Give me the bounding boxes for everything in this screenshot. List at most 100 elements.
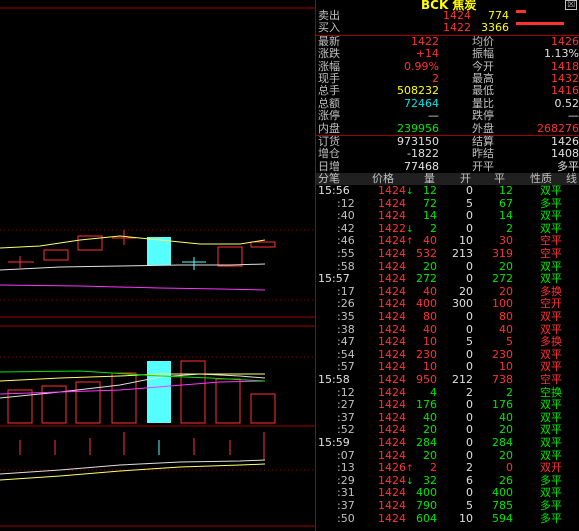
- tick-row[interactable]: :47 1424 10 5 5 多换: [316, 335, 579, 349]
- orderbook-price[interactable]: 1422: [443, 21, 471, 34]
- tick-price-value: 1424: [378, 347, 406, 361]
- tick-price-value: 1422: [378, 221, 406, 235]
- ma-line-magenta: [0, 284, 266, 291]
- stat-value: 268276: [537, 121, 579, 135]
- arrow-down-icon: ↓: [406, 187, 414, 198]
- tick-price-value: 1424: [378, 435, 406, 449]
- orderbook-volume-bar: [516, 22, 564, 26]
- tick-volume: 532: [416, 247, 437, 261]
- stat-row: 增仓 -1822 昨结 1408: [316, 147, 579, 161]
- stat-label: 增仓: [318, 147, 340, 161]
- tick-volume: 10: [423, 335, 437, 349]
- tick-volume: 272: [416, 272, 437, 286]
- tick-nature: 双平: [540, 272, 562, 286]
- stat-label: 总手: [318, 84, 340, 98]
- vol-ma-white: [0, 373, 266, 399]
- orderbook-volume: 3366: [481, 21, 509, 35]
- orderbook-volume-bar: [516, 10, 526, 13]
- stat-label: 涨跌: [318, 47, 340, 61]
- stat-value: —: [428, 109, 439, 123]
- tick-nature: 双平: [540, 435, 562, 449]
- tick-row[interactable]: 15:56 1424↓ 12 0 12 双平: [316, 184, 579, 198]
- tick-time: 15:58: [318, 372, 350, 386]
- tick-price-value: 1424: [378, 448, 406, 462]
- tick-nature: 多平: [540, 498, 562, 512]
- tick-price-value: 1424: [378, 473, 406, 487]
- tick-nature: 空平: [540, 247, 562, 261]
- stat-label: 最低: [472, 84, 494, 98]
- tick-nature: 双平: [540, 310, 562, 324]
- stat-value: 239956: [397, 121, 439, 135]
- arrow-up-icon: ↑: [406, 237, 414, 248]
- tick-price-value: 1424: [378, 284, 406, 298]
- tick-time: :35: [337, 310, 355, 324]
- tick-volume: 176: [416, 398, 437, 412]
- col-header-line[interactable]: 线: [566, 173, 577, 185]
- tick-nature: 多平: [540, 511, 562, 525]
- stat-value: —: [568, 109, 579, 123]
- stat-label: 开平: [472, 159, 494, 173]
- tick-close: 738: [492, 372, 513, 386]
- tick-row[interactable]: :37 1424 790 5 785 多平: [316, 498, 579, 513]
- stat-label: 内盘: [318, 121, 340, 135]
- tick-close: 80: [499, 310, 513, 324]
- tick-row[interactable]: 15:57 1424 272 0 272 双平: [316, 272, 579, 286]
- tick-row[interactable]: :13 1426↑ 2 2 0 双开: [316, 461, 579, 475]
- orderbook: 卖出 1424 774 买入 1422 3366: [316, 9, 579, 35]
- tick-close: 319: [492, 247, 513, 261]
- tick-row[interactable]: :35 1424 80 0 80 双平: [316, 310, 579, 324]
- tick-price-value: 1424: [378, 385, 406, 399]
- tick-price-value: 1424: [378, 196, 406, 210]
- tick-time: :13: [337, 461, 355, 475]
- kline-chart-area[interactable]: [0, 0, 315, 531]
- tick-open: 212: [452, 372, 473, 386]
- tick-nature: 双开: [540, 461, 562, 475]
- stat-value: 1416: [551, 84, 579, 98]
- stat-row: 总手 508232 最低 1416: [316, 84, 579, 98]
- tick-row[interactable]: :50 1424 604 10 594 多平: [316, 511, 579, 526]
- tick-open: 0: [466, 184, 473, 198]
- tick-row[interactable]: :40 1424 14 0 14 双平: [316, 209, 579, 223]
- tick-close: 5: [506, 335, 513, 349]
- tick-volume: 284: [416, 435, 437, 449]
- tick-row[interactable]: :55 1424 532 213 319 空平: [316, 247, 579, 261]
- tick-price-value: 1424: [378, 234, 406, 248]
- tick-row[interactable]: 15:58 1424 950 212 738 空平: [316, 372, 579, 387]
- tick-close: 594: [492, 511, 513, 525]
- tick-price-value: 1424: [378, 498, 406, 512]
- tick-time: :50: [337, 511, 355, 525]
- tick-table[interactable]: 15:56 1424↓ 12 0 12 双平:12 1424 72 5 67 多平:40 1424 14…: [316, 184, 579, 526]
- tick-price-value: 1424: [378, 310, 406, 324]
- tick-open: 0: [466, 209, 473, 223]
- tick-volume: 604: [416, 511, 437, 525]
- tick-price-value: 1424: [378, 259, 406, 273]
- tick-volume: 80: [423, 310, 437, 324]
- tick-time: 15:57: [318, 272, 350, 286]
- tick-row[interactable]: 15:59 1424 284 0 284 双平: [316, 435, 579, 450]
- tick-time: 15:56: [318, 184, 350, 198]
- stat-label: 涨停: [318, 109, 340, 123]
- tick-price-value: 1424: [378, 372, 406, 386]
- tick-open: 0: [466, 310, 473, 324]
- close-icon[interactable]: ☒: [565, 0, 577, 10]
- indicator-line-yellow: [0, 463, 266, 481]
- tick-close: 785: [492, 498, 513, 512]
- tick-close: 14: [499, 209, 513, 223]
- stat-value: 1.13%: [544, 47, 579, 61]
- tick-volume: 950: [416, 372, 437, 386]
- arrow-up-icon: ↑: [406, 464, 414, 475]
- tick-price-value: 1424: [378, 209, 406, 223]
- stat-label: 跌停: [472, 109, 494, 123]
- ma-line-white: [0, 263, 266, 271]
- tick-time: :47: [337, 335, 355, 349]
- tick-close: 12: [499, 184, 513, 198]
- stat-label: 昨结: [472, 147, 494, 161]
- tick-time: :37: [337, 498, 355, 512]
- tick-volume: 12: [423, 184, 437, 198]
- stat-row: 涨停 — 跌停 —: [316, 109, 579, 123]
- tick-open: 213: [452, 247, 473, 261]
- tick-price-value: 1424: [378, 297, 406, 311]
- tick-close: 0: [506, 461, 513, 475]
- tick-row[interactable]: :27 1424 176 0 176 双平: [316, 398, 579, 412]
- quote-panel: BCK 焦炭 ☒ 卖出 1424 774 买入 1422 3366 最新 1422 均价 142…: [315, 0, 579, 531]
